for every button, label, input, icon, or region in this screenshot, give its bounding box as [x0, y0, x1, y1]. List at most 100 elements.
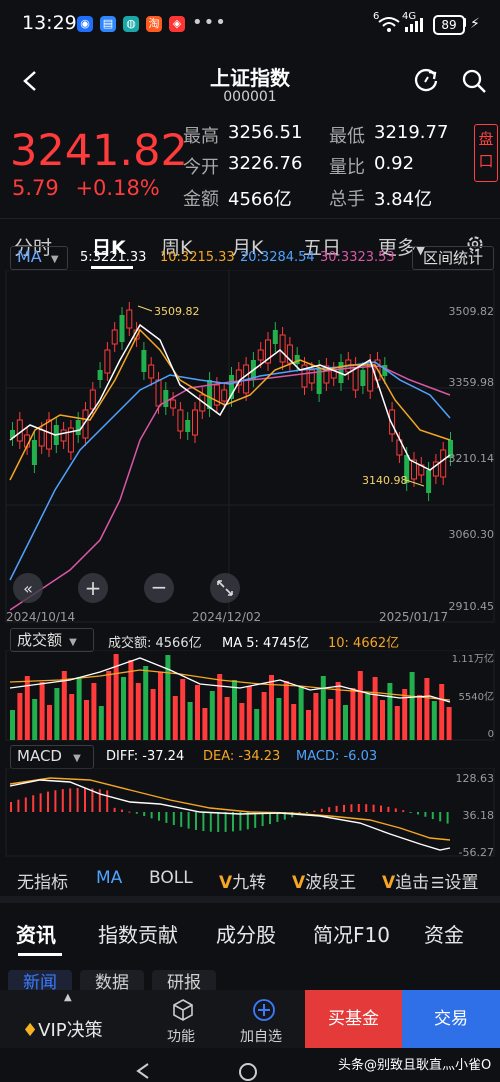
divider [0, 896, 500, 903]
macd-bar [217, 812, 220, 832]
macd-value: MACD: -6.03 [296, 749, 378, 764]
subtab-news[interactable]: 新闻 [8, 970, 72, 992]
macd-bar [84, 788, 86, 812]
indicator-settings-label: 设置 [444, 873, 479, 893]
buy-fund-button[interactable]: 买基金 [305, 990, 402, 1048]
indicator-label: 九转 [232, 873, 267, 893]
macd-bar [195, 812, 197, 830]
volume-selector[interactable]: 成交额 ▼ [10, 628, 94, 652]
candle [75, 420, 81, 435]
price-change: 5.79 +0.18% [12, 176, 160, 200]
add-watchlist-button[interactable]: 加自选 [240, 1026, 282, 1046]
volume-bar [143, 666, 149, 740]
nav-home-icon[interactable] [238, 1062, 258, 1082]
y-tick: 3060.30 [449, 528, 495, 541]
volume-bar [276, 698, 282, 740]
macd-bar [187, 812, 190, 829]
macd-bar [446, 812, 449, 824]
low-note: 3140.98 [362, 474, 408, 487]
ma-selector[interactable]: MA ▼ [10, 246, 68, 270]
trade-button[interactable]: 交易 [402, 990, 500, 1048]
macd-tick: 128.63 [456, 772, 495, 785]
indicator-ma[interactable]: MA [96, 868, 122, 888]
y-tick: 3509.82 [449, 305, 495, 318]
indicator-jiuzhuan[interactable]: V九转 [219, 868, 266, 893]
low-value: 3219.77 [374, 122, 449, 143]
kline-chart[interactable]: 3509.82 3359.98 3210.14 3060.30 2910.45 … [0, 270, 500, 625]
scroll-left-button[interactable]: « [13, 573, 43, 603]
subtab-data[interactable]: 数据 [80, 970, 144, 992]
subtab-research[interactable]: 研报 [152, 970, 216, 992]
fullscreen-button[interactable] [210, 573, 240, 603]
amount-label: 金额 [183, 189, 219, 210]
expand-up-icon[interactable]: ▲ [64, 992, 72, 1003]
zoom-in-button[interactable]: + [78, 573, 108, 603]
search-icon[interactable] [461, 68, 487, 94]
open-value: 3226.76 [228, 153, 303, 174]
app-icon: ◈ [169, 16, 185, 32]
indicator-bodanwang[interactable]: V波段王 [292, 868, 356, 893]
vip-label: VIP决策 [38, 1020, 103, 1041]
diff-line [9, 779, 451, 851]
current-price: 3241.82 [10, 126, 188, 176]
v-badge-icon: V [382, 873, 396, 893]
indicator-none[interactable]: 无指标 [17, 868, 68, 893]
pan-button[interactable]: 盘口 [474, 124, 498, 182]
volume-amount: 成交额: 4566亿 [108, 636, 202, 651]
tab-f10[interactable]: 简况F10 [313, 919, 390, 948]
watermark: 头条@别致且耿直灬小雀O [338, 1058, 492, 1073]
tab-capital[interactable]: 资金 [424, 919, 464, 948]
dea-line [9, 777, 451, 841]
low-label: 最低 [329, 126, 365, 147]
candle [104, 349, 111, 374]
macd-bar [335, 805, 338, 812]
volume-tick: 0 [488, 729, 494, 740]
volume-bar [195, 685, 200, 740]
macd-bar [158, 812, 160, 821]
candle [440, 449, 447, 478]
candle [360, 370, 366, 386]
volume-bar [372, 677, 378, 740]
volume-chart: 1.11万亿 5540亿 0 [5, 650, 495, 741]
candle [177, 409, 184, 432]
nav-back-icon[interactable] [135, 1062, 151, 1080]
macd-bar [180, 812, 183, 827]
zoom-out-button[interactable]: − [144, 573, 174, 603]
function-button[interactable]: 功能 [167, 1026, 195, 1046]
tab-index-contribution[interactable]: 指数贡献 [98, 919, 178, 948]
volume-bar [187, 702, 193, 740]
refresh-icon[interactable] [413, 68, 439, 94]
volume-bar [158, 672, 163, 740]
taobao-icon: 淘 [146, 16, 162, 32]
indicator-boll[interactable]: BOLL [149, 868, 193, 888]
macd-bar [343, 804, 345, 812]
candle [97, 370, 103, 380]
candle [163, 390, 169, 407]
y-tick: 2910.45 [449, 600, 495, 613]
indicator-zhuiji[interactable]: V追击 [382, 868, 432, 893]
volume-bar [402, 689, 408, 740]
vip-button[interactable]: ♦VIP决策 [22, 1016, 103, 1042]
indicator-settings[interactable]: ☰设置 [431, 868, 478, 893]
active-tab-indicator [91, 266, 133, 269]
tab-constituents[interactable]: 成分股 [216, 919, 276, 948]
macd-selector[interactable]: MACD ▼ [10, 745, 94, 769]
volume-bar [424, 678, 430, 740]
minus-icon: − [151, 575, 168, 599]
wifi-icon [378, 17, 400, 32]
volume-bar [246, 686, 252, 740]
change-percent: +0.18% [75, 176, 160, 200]
macd-bar [357, 804, 360, 812]
candle [31, 440, 37, 465]
candle [38, 429, 45, 447]
volume-bar [417, 695, 422, 740]
volume-bar [261, 692, 267, 740]
bottom-action-bar: ▲ ♦VIP决策 功能 加自选 买基金 交易 [0, 990, 500, 1048]
indicator-label: 波段王 [305, 873, 357, 893]
macd-tick: -56.27 [459, 846, 494, 859]
diamond-icon: ♦ [22, 1020, 39, 1041]
macd-bar [69, 788, 72, 812]
tab-news[interactable]: 资讯 [16, 919, 56, 948]
candle [257, 349, 264, 361]
range-stats-button[interactable]: 区间统计 [412, 246, 494, 270]
